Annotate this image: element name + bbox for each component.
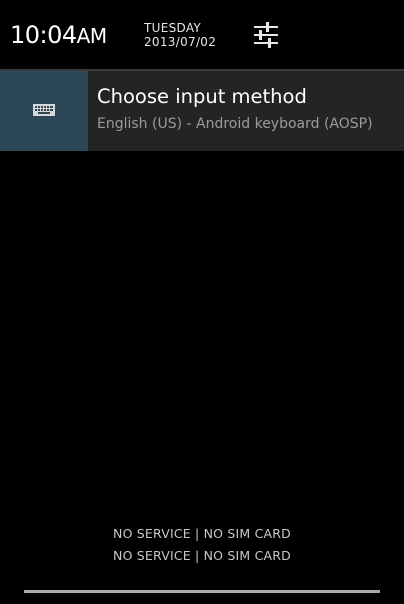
status-header: 10:04AM TUESDAY 2013/07/02: [0, 0, 404, 70]
quick-settings-sliders-icon: [254, 22, 278, 48]
date-day: TUESDAY: [144, 21, 202, 35]
notification-icon-area: [0, 71, 88, 151]
date-value: 2013/07/02: [144, 35, 217, 49]
clock-time: 10:04: [10, 21, 77, 49]
notification-text-fade: [386, 111, 404, 139]
notification-input-method[interactable]: Choose input method English (US) - Andro…: [0, 71, 404, 151]
quick-settings-button[interactable]: [250, 20, 286, 52]
notification-title: Choose input method: [97, 85, 307, 108]
carrier-label: NO SERVICE | NO SIM CARD: [113, 526, 291, 541]
carrier-label: NO SERVICE | NO SIM CARD: [113, 548, 291, 563]
notification-text: English (US) - Android keyboard (AOSP): [97, 116, 373, 132]
panel-drag-handle[interactable]: [24, 590, 380, 593]
keyboard-icon: [33, 104, 55, 116]
clock: 10:04AM: [10, 21, 107, 49]
clock-ampm: AM: [76, 24, 107, 48]
date: TUESDAY 2013/07/02: [144, 21, 216, 49]
